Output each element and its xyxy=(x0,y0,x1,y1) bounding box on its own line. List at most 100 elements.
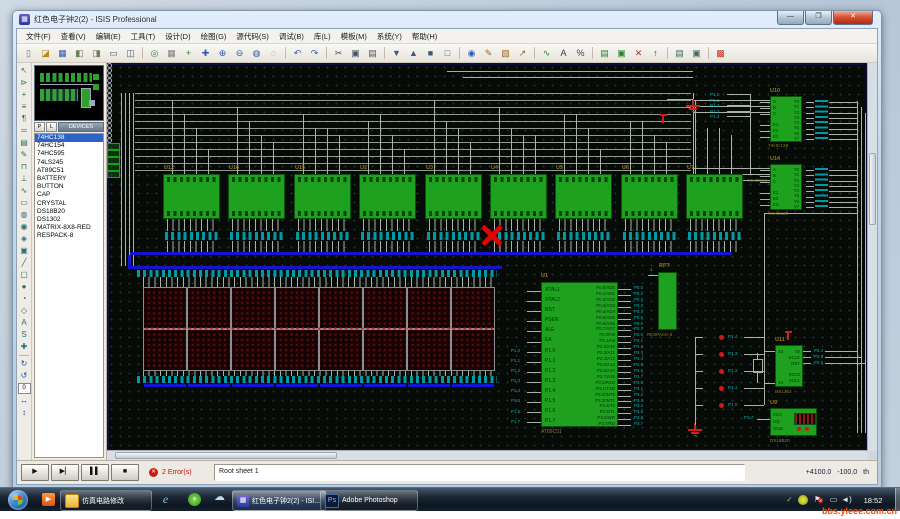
led-matrix-module[interactable] xyxy=(231,287,275,329)
menu-item-10[interactable]: 系统(Y) xyxy=(372,31,407,42)
error-indicator-icon[interactable]: ✕ xyxy=(149,468,158,477)
shift-register-U2[interactable] xyxy=(359,174,416,219)
menu-item-4[interactable]: 设计(D) xyxy=(160,31,195,42)
flip-horizontal-icon[interactable]: ↔ xyxy=(18,395,30,407)
menu-item-5[interactable]: 绘图(G) xyxy=(196,31,232,42)
security-shield-icon[interactable]: ✓ xyxy=(784,494,795,505)
device-list-item[interactable]: DS18B20 xyxy=(35,208,103,216)
horizontal-scrollbar-thumb[interactable] xyxy=(115,452,337,459)
voltage-probe-mode-icon[interactable]: ◉ xyxy=(18,221,30,233)
led-matrix-module[interactable] xyxy=(407,329,451,371)
copy-icon[interactable]: ▣ xyxy=(348,46,363,60)
device-list-item[interactable]: DS1302 xyxy=(35,216,103,224)
menu-item-11[interactable]: 帮助(H) xyxy=(407,31,442,42)
close-button[interactable]: ✕ xyxy=(833,11,873,25)
zoom-in-icon[interactable]: ⊕ xyxy=(215,46,230,60)
shift-register-U12[interactable] xyxy=(163,174,220,219)
led-matrix-module[interactable] xyxy=(407,287,451,329)
block-rotate-icon[interactable]: ■ xyxy=(423,46,438,60)
led-matrix-module[interactable] xyxy=(143,329,187,371)
taskbar-photoshop-app[interactable]: Ps Adobe Photoshop xyxy=(320,490,418,511)
block-move-icon[interactable]: ▲ xyxy=(406,46,421,60)
device-list-item[interactable]: CAP xyxy=(35,191,103,199)
menu-item-7[interactable]: 调试(B) xyxy=(274,31,309,42)
shift-register-U16[interactable] xyxy=(228,174,285,219)
remove-sheet-icon[interactable]: ✕ xyxy=(631,46,646,60)
title-bar[interactable]: ▦ 红色电子钟2(2) - ISIS Professional xyxy=(13,11,881,28)
device-list-item[interactable]: BATTERY xyxy=(35,175,103,183)
simulate-stop-button[interactable]: ■ xyxy=(111,464,139,481)
display-switch-icon[interactable]: ▭ xyxy=(828,494,839,505)
push-button[interactable] xyxy=(107,143,120,150)
zoom-all-icon[interactable]: ◍ xyxy=(249,46,264,60)
netlist-to-ares-icon[interactable]: ▩ xyxy=(713,46,728,60)
tape-recorder-mode-icon[interactable]: ▭ xyxy=(18,197,30,209)
error-count[interactable]: 2 Error(s) xyxy=(162,469,214,476)
media-player-icon[interactable]: ▶ xyxy=(42,493,55,506)
device-list-item[interactable]: AT89C51 xyxy=(35,167,103,175)
rotation-angle-input[interactable]: 0 xyxy=(17,383,31,394)
taskbar-clock[interactable]: 18:52 xyxy=(856,495,890,506)
electrical-rule-check-icon[interactable]: ▣ xyxy=(689,46,704,60)
zoom-out-icon[interactable]: ⊖ xyxy=(232,46,247,60)
ie-browser-icon[interactable]: e xyxy=(158,492,173,507)
2d-box-mode-icon[interactable]: ▢ xyxy=(18,269,30,281)
device-list-item[interactable]: 74HC138 xyxy=(35,134,103,143)
2d-arc-mode-icon[interactable]: ◔ xyxy=(18,293,30,305)
decompose-icon[interactable]: ↗ xyxy=(515,46,530,60)
taskbar-isis-app[interactable]: ▦ 红色电子钟2(2) - ISI... xyxy=(232,490,326,511)
respack-RP7[interactable] xyxy=(658,272,677,330)
component-mode-icon[interactable]: ⊳ xyxy=(18,77,30,89)
library-manager-button[interactable]: L xyxy=(46,122,57,132)
selection-pointer-icon[interactable]: ↖ xyxy=(18,65,30,77)
toggle-grid-icon[interactable]: ▦ xyxy=(164,46,179,60)
action-center-flag-icon[interactable]: ⚑✕ xyxy=(812,494,823,505)
push-button[interactable] xyxy=(107,171,120,178)
device-list-item[interactable]: 74HC595 xyxy=(35,150,103,158)
block-delete-icon[interactable]: □ xyxy=(440,46,455,60)
shift-register-U3[interactable] xyxy=(425,174,482,219)
taskbar-folder-app[interactable]: 仿真电路修改 xyxy=(60,490,152,511)
led-matrix-module[interactable] xyxy=(187,329,231,371)
led-matrix-module[interactable] xyxy=(187,287,231,329)
vertical-scrollbar[interactable] xyxy=(867,63,877,451)
menu-item-8[interactable]: 库(L) xyxy=(309,31,336,42)
property-assignment-tool-icon[interactable]: % xyxy=(573,46,588,60)
wire-autorouter-icon[interactable]: ∿ xyxy=(539,46,554,60)
2d-closed-path-mode-icon[interactable]: ◇ xyxy=(18,305,30,317)
menu-item-0[interactable]: 文件(F) xyxy=(21,31,56,42)
led-matrix-module[interactable] xyxy=(319,287,363,329)
device-list-item[interactable]: RESPACK-8 xyxy=(35,232,103,240)
start-button[interactable] xyxy=(8,490,28,510)
led-matrix-module[interactable] xyxy=(275,329,319,371)
mark-output-area-icon[interactable]: ◫ xyxy=(123,46,138,60)
shift-register-U5[interactable] xyxy=(555,174,612,219)
buses-mode-icon[interactable]: ═ xyxy=(18,125,30,137)
shift-register-U6[interactable] xyxy=(621,174,678,219)
junction-dot-mode-icon[interactable]: + xyxy=(18,89,30,101)
device-list-item[interactable]: BUTTON xyxy=(35,183,103,191)
pick-devices-button[interactable]: P xyxy=(34,122,45,132)
save-file-icon[interactable]: ▦ xyxy=(55,46,70,60)
optimizer-orb-icon[interactable] xyxy=(798,495,808,505)
vertical-scrollbar-thumb[interactable] xyxy=(869,153,876,225)
2d-marker-mode-icon[interactable]: ✚ xyxy=(18,341,30,353)
design-explorer-icon[interactable]: ▤ xyxy=(597,46,612,60)
led-matrix-module[interactable] xyxy=(451,287,495,329)
redo-icon[interactable]: ↷ xyxy=(307,46,322,60)
toggle-false-origin-icon[interactable]: + xyxy=(181,46,196,60)
led-matrix-module[interactable] xyxy=(363,329,407,371)
2d-line-mode-icon[interactable]: ╱ xyxy=(18,257,30,269)
menu-item-9[interactable]: 模板(M) xyxy=(336,31,372,42)
led-matrix-module[interactable] xyxy=(451,329,495,371)
refresh-display-icon[interactable]: ◎ xyxy=(147,46,162,60)
subcircuit-mode-icon[interactable]: ▤ xyxy=(18,137,30,149)
device-list-item[interactable]: 74LS245 xyxy=(35,159,103,167)
led-matrix-module[interactable] xyxy=(143,287,187,329)
minimize-button[interactable]: — xyxy=(777,11,804,25)
instant-edit-mode-icon[interactable]: ✎ xyxy=(18,149,30,161)
pick-parts-from-libraries-icon[interactable]: ◉ xyxy=(464,46,479,60)
export-section-icon[interactable]: ◨ xyxy=(89,46,104,60)
simulate-pause-button[interactable]: ▌▌ xyxy=(81,464,109,481)
rotate-anticlockwise-icon[interactable]: ↺ xyxy=(18,370,30,382)
